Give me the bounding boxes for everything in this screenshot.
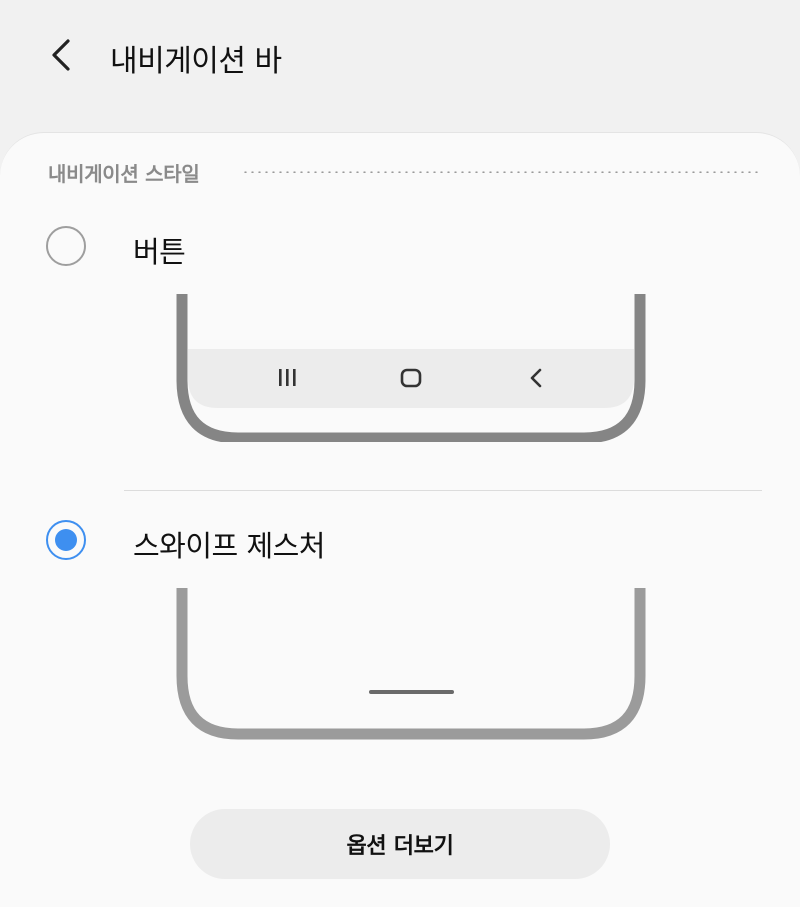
button-navigation-preview[interactable]	[176, 294, 646, 442]
chevron-left-icon	[52, 39, 70, 71]
radio-gesture-navigation[interactable]	[46, 520, 86, 560]
gesture-hint-bar	[369, 690, 454, 694]
radio-button-navigation[interactable]	[46, 226, 86, 266]
more-options-button[interactable]: 옵션 더보기	[190, 809, 610, 879]
recents-icon	[279, 369, 296, 386]
option-label-buttons[interactable]: 버튼	[133, 229, 186, 271]
option-divider	[124, 490, 762, 491]
settings-card	[0, 132, 800, 907]
page-title: 내비게이션 바	[110, 44, 282, 79]
section-divider-dots	[242, 171, 762, 173]
option-label-gestures[interactable]: 스와이프 제스처	[133, 523, 325, 565]
header-bar: 내비게이션 바	[0, 0, 800, 110]
gesture-navigation-preview[interactable]	[176, 588, 646, 740]
back-button[interactable]	[36, 30, 86, 80]
section-header: 내비게이션 스타일	[48, 162, 200, 186]
